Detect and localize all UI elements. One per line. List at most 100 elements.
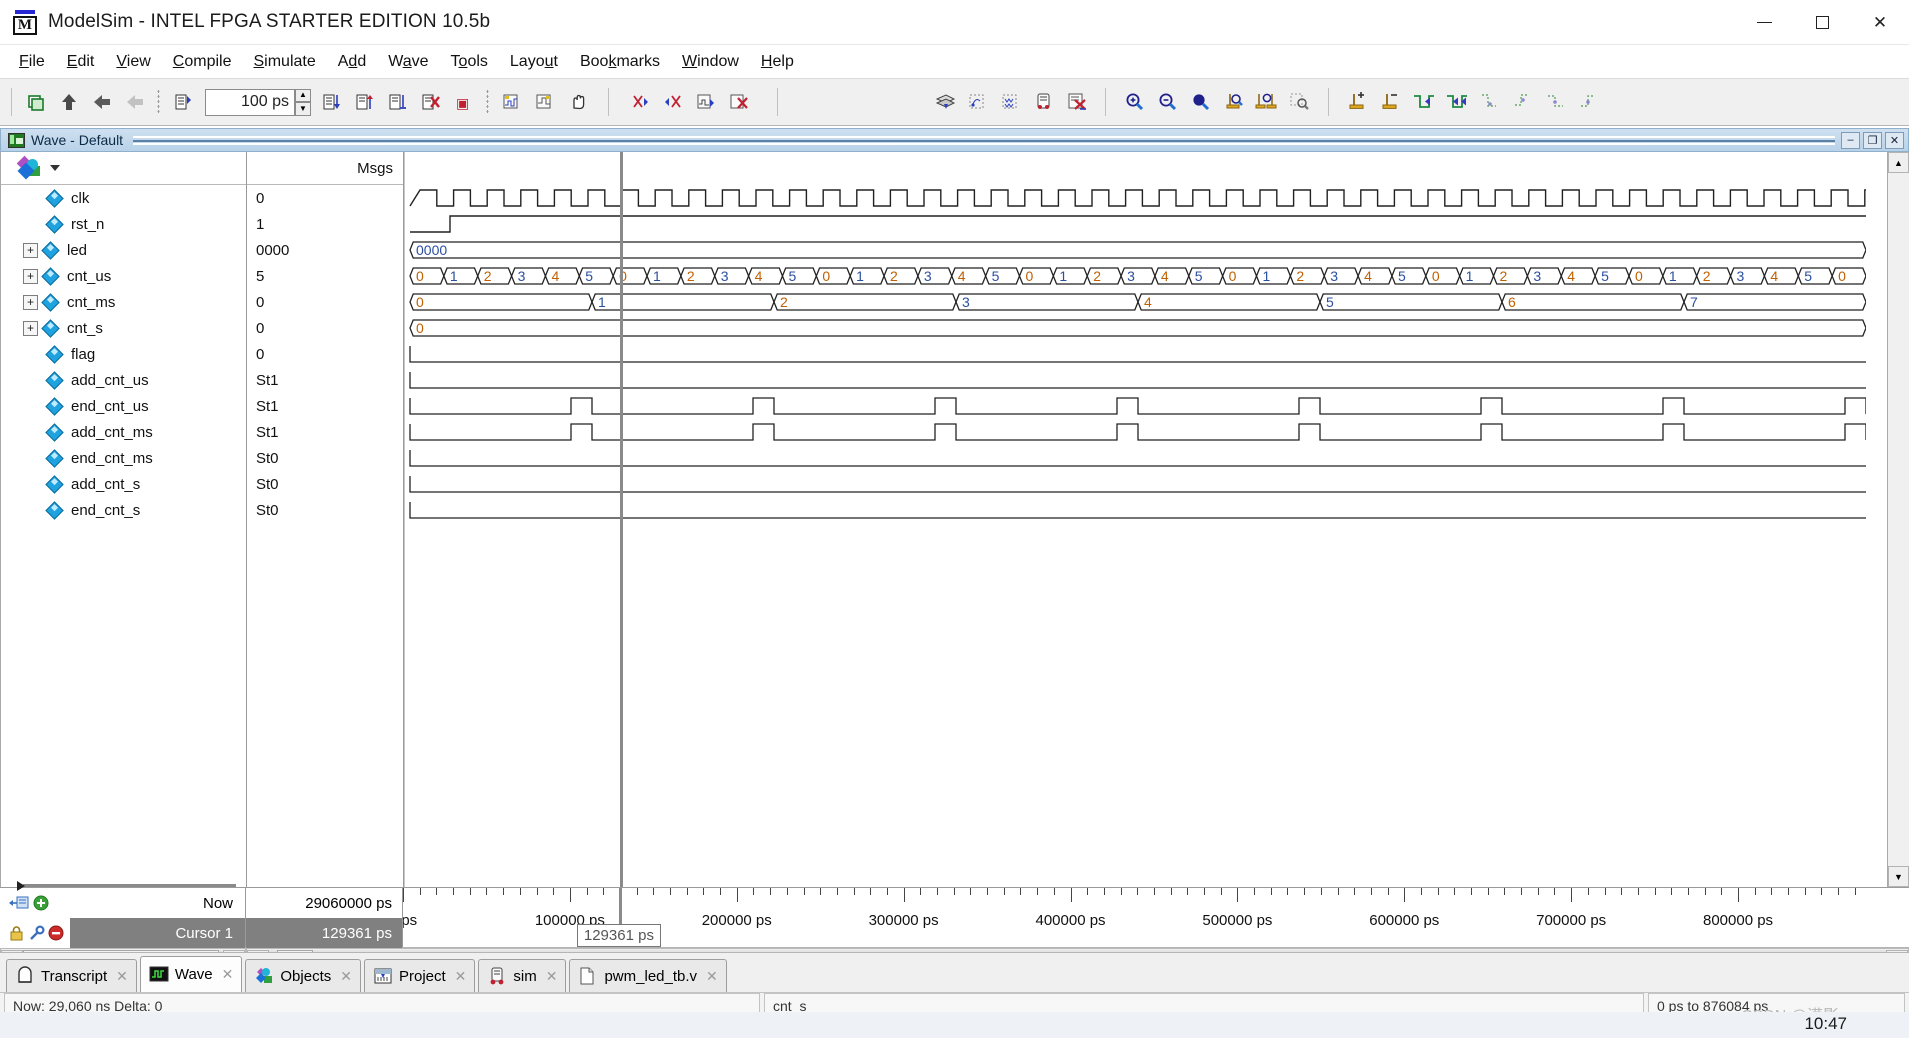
signal-row-rst_n[interactable]: rst_n: [1, 211, 246, 237]
signal-row-cnt_s[interactable]: + cnt_s: [1, 315, 246, 341]
scroll-down-arrow[interactable]: ▼: [1888, 866, 1909, 887]
waveform-combine-icon[interactable]: [994, 86, 1027, 119]
tab-transcript[interactable]: Transcript ✕: [6, 959, 137, 992]
menu-item-window[interactable]: Window: [671, 50, 750, 74]
insert-group-icon[interactable]: [928, 86, 961, 119]
find-prev-transition-icon[interactable]: [1407, 86, 1440, 119]
stop-icon[interactable]: ▣: [447, 86, 480, 119]
step-gray-icon[interactable]: [118, 86, 151, 119]
signal-row-flag[interactable]: flag: [1, 341, 246, 367]
new-window-icon[interactable]: [19, 86, 52, 119]
expand-toggle-cnt_s[interactable]: +: [23, 320, 38, 336]
break-icon[interactable]: [414, 86, 447, 119]
tab-wave[interactable]: Wave ✕: [139, 956, 243, 992]
expand-toggle-led[interactable]: +: [23, 242, 38, 258]
signal-row-end_cnt_ms[interactable]: end_cnt_ms: [1, 445, 246, 471]
menu-item-tools[interactable]: Tools: [440, 50, 499, 74]
signal-row-end_cnt_us[interactable]: end_cnt_us: [1, 393, 246, 419]
waveform-vertical-scrollbar[interactable]: ▲ ▼: [1887, 152, 1909, 887]
copy-wave-icon[interactable]: [689, 86, 722, 119]
run-length-field[interactable]: 100 ps: [205, 88, 295, 116]
signal-row-add_cnt_us[interactable]: add_cnt_us: [1, 367, 246, 393]
zoom-out-icon[interactable]: [1151, 86, 1184, 119]
signal-row-cnt_ms[interactable]: + cnt_ms: [1, 289, 246, 315]
pan-hand-icon[interactable]: [561, 86, 594, 119]
delete-cursor-icon[interactable]: [1374, 86, 1407, 119]
menu-item-simulate[interactable]: Simulate: [242, 50, 326, 74]
wave-restore-button[interactable]: ❐: [1863, 131, 1882, 149]
maximize-button[interactable]: [1793, 0, 1851, 45]
wave-close-button[interactable]: ✕: [1885, 131, 1904, 149]
tab-close-icon[interactable]: ✕: [222, 966, 234, 983]
tab-sim[interactable]: sim ✕: [478, 959, 567, 992]
chevron-down-icon[interactable]: [50, 165, 60, 171]
signal-row-led[interactable]: + led: [1, 237, 246, 263]
find-prev-rising-icon[interactable]: [1539, 86, 1572, 119]
menu-item-wave[interactable]: Wave: [377, 50, 439, 74]
menu-item-view[interactable]: View: [105, 50, 161, 74]
signal-row-clk[interactable]: clk: [1, 185, 246, 211]
step-back-icon[interactable]: [85, 86, 118, 119]
add-cursor-icon[interactable]: [33, 895, 49, 911]
waveform-pane[interactable]: 0000 0 1 2 3 4 5 0 1 2 3 4 5 0 1 2 3 4 5 0 1 2 3 4 5 0 1 2 3 4 5 0 1 2 3 4 5…: [404, 152, 1887, 887]
zoom-full-icon[interactable]: [1184, 86, 1217, 119]
restart-icon[interactable]: [166, 86, 199, 119]
tab-project[interactable]: Project ✕: [363, 959, 476, 992]
tab-objects[interactable]: Objects ✕: [245, 959, 361, 992]
remove-wave-icon[interactable]: [1060, 86, 1093, 119]
menu-item-help[interactable]: Help: [750, 50, 805, 74]
continue-run-icon[interactable]: [348, 86, 381, 119]
expand-toggle-cnt_ms[interactable]: +: [23, 294, 38, 310]
cursor-1-row[interactable]: Cursor 1: [0, 918, 245, 948]
step-up-icon[interactable]: [52, 86, 85, 119]
run-length-stepper[interactable]: ▲ ▼: [295, 88, 311, 116]
ungroup-icon[interactable]: [961, 86, 994, 119]
tab-close-icon[interactable]: ✕: [116, 968, 128, 985]
tab-close-icon[interactable]: ✕: [706, 968, 718, 985]
edit-wave-icon[interactable]: [1027, 86, 1060, 119]
find-prev-falling-icon[interactable]: [1473, 86, 1506, 119]
signal-row-add_cnt_s[interactable]: add_cnt_s: [1, 471, 246, 497]
tab-close-icon[interactable]: ✕: [546, 968, 558, 985]
wrench-icon[interactable]: [28, 924, 45, 942]
menu-item-edit[interactable]: Edit: [56, 50, 106, 74]
cursor-link-icon[interactable]: [8, 894, 30, 912]
minimize-button[interactable]: [1735, 0, 1793, 45]
scroll-up-arrow[interactable]: ▲: [1888, 152, 1909, 173]
close-button[interactable]: ✕: [1851, 0, 1909, 45]
find-next-transition-icon[interactable]: [1440, 86, 1473, 119]
tab-pwm-led-tb[interactable]: pwm_led_tb.v ✕: [569, 959, 727, 992]
zoom-last-icon[interactable]: [1283, 86, 1316, 119]
wave-compare2-icon[interactable]: [528, 86, 561, 119]
tab-close-icon[interactable]: ✕: [340, 968, 352, 985]
expand-toggle-cnt_us[interactable]: +: [23, 268, 38, 284]
cursor-1-line[interactable]: [619, 152, 623, 887]
signal-row-add_cnt_ms[interactable]: add_cnt_ms: [1, 419, 246, 445]
lock-icon[interactable]: [8, 925, 25, 942]
wave-minimize-button[interactable]: –: [1841, 131, 1860, 149]
menu-item-add[interactable]: Add: [327, 50, 377, 74]
zoom-range-icon[interactable]: [1250, 86, 1283, 119]
svg-text:3: 3: [962, 294, 970, 310]
time-ruler[interactable]: 0 ps100000 ps200000 ps300000 ps400000 ps…: [403, 888, 1909, 947]
menu-item-layout[interactable]: Layout: [499, 50, 569, 74]
zoom-cursor-icon[interactable]: [1217, 86, 1250, 119]
tab-close-icon[interactable]: ✕: [455, 968, 467, 985]
zoom-in-icon[interactable]: [1118, 86, 1151, 119]
wave-compare-icon[interactable]: [495, 86, 528, 119]
signal-row-end_cnt_s[interactable]: end_cnt_s: [1, 497, 246, 523]
paste-wave-icon[interactable]: [656, 86, 689, 119]
delete-icon[interactable]: [48, 925, 64, 941]
delete-wave-icon[interactable]: [722, 86, 755, 119]
menu-item-bookmarks[interactable]: Bookmarks: [569, 50, 671, 74]
find-next-rising-icon[interactable]: [1572, 86, 1605, 119]
menu-item-compile[interactable]: Compile: [162, 50, 243, 74]
find-next-falling-icon[interactable]: [1506, 86, 1539, 119]
svg-text:5: 5: [1601, 268, 1609, 284]
cut-wave-icon[interactable]: [623, 86, 656, 119]
signal-row-cnt_us[interactable]: + cnt_us: [1, 263, 246, 289]
insert-cursor-icon[interactable]: [1341, 86, 1374, 119]
run-icon[interactable]: [315, 86, 348, 119]
run-all-icon[interactable]: [381, 86, 414, 119]
menu-item-file[interactable]: File: [8, 50, 56, 74]
